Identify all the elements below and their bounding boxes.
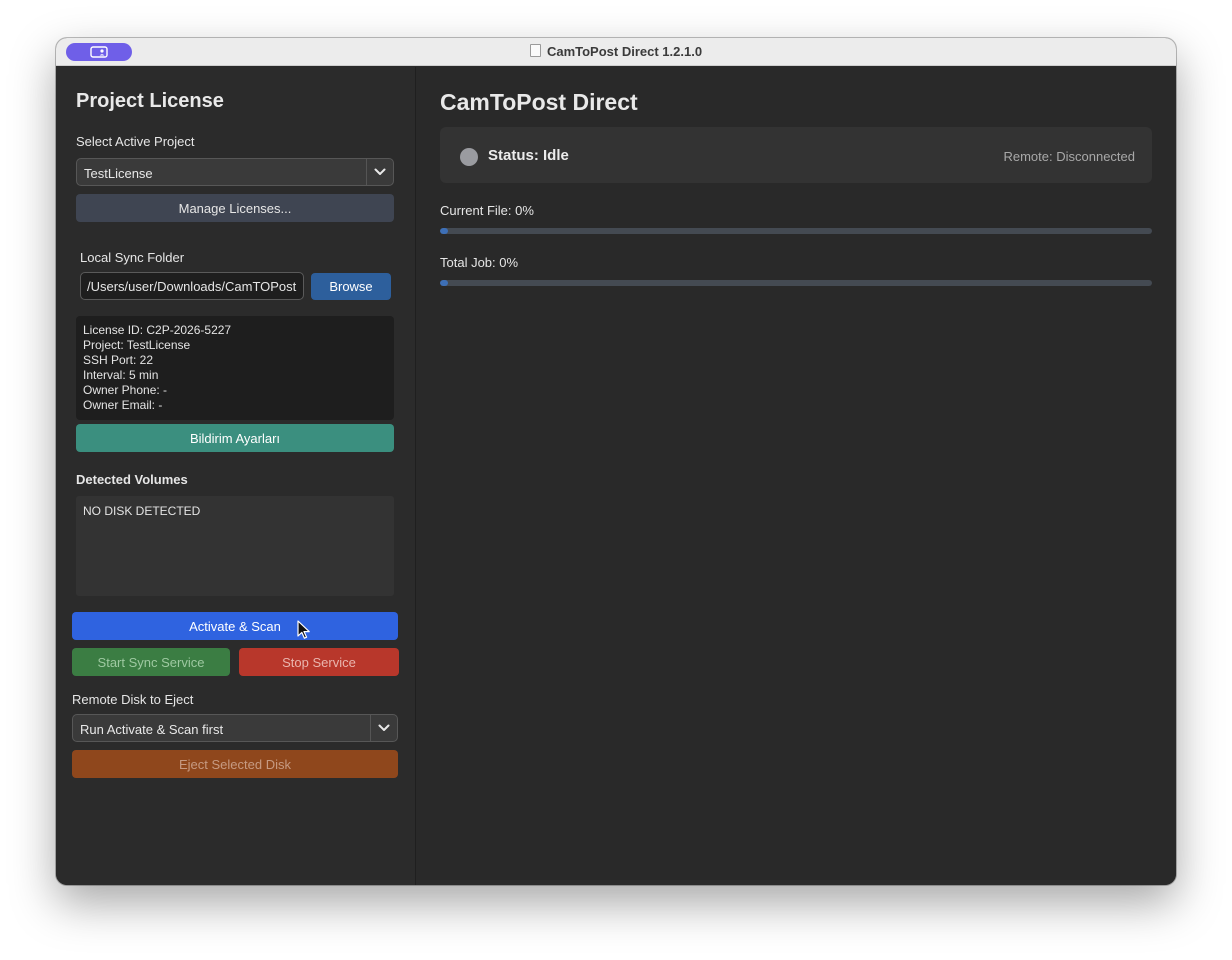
browse-button[interactable]: Browse [311, 273, 391, 300]
status-dot-icon [460, 148, 478, 166]
mouse-cursor-icon [297, 620, 310, 639]
license-info-box: License ID: C2P-2026-5227 Project: TestL… [76, 316, 394, 420]
title-bar: CamToPost Direct 1.2.1.0 [56, 38, 1176, 66]
eject-disk-select[interactable]: Run Activate & Scan first [72, 714, 398, 742]
sidebar: Project License Select Active Project Te… [56, 67, 416, 885]
current-file-progress-bar [440, 228, 1152, 234]
notification-settings-button[interactable]: Bildirim Ayarları [76, 424, 394, 452]
chevron-down-icon [366, 159, 393, 185]
eject-selected-disk-button[interactable]: Eject Selected Disk [72, 750, 398, 778]
chevron-down-icon [370, 715, 397, 741]
sync-folder-label: Local Sync Folder [80, 250, 185, 265]
status-card: Status: Idle Remote: Disconnected [440, 127, 1152, 183]
detected-volumes-label: Detected Volumes [76, 472, 188, 487]
project-select-value: TestLicense [84, 166, 153, 181]
window-title-text: CamToPost Direct 1.2.1.0 [546, 44, 703, 59]
main-title: CamToPost Direct [440, 89, 638, 115]
current-file-progress-fill [440, 228, 448, 234]
main-panel: CamToPost Direct Status: Idle Remote: Di… [416, 67, 1176, 885]
window-title: CamToPost Direct 1.2.1.0 [56, 44, 1176, 59]
status-text: Status: Idle [488, 147, 569, 164]
license-project: Project: TestLicense [83, 338, 191, 352]
eject-disk-select-value: Run Activate & Scan first [80, 722, 224, 737]
license-owner-email: Owner Email: - [83, 398, 163, 412]
activate-scan-button[interactable]: Activate & Scan [72, 612, 398, 640]
total-job-progress-bar [440, 280, 1152, 286]
project-label: Select Active Project [76, 134, 195, 149]
total-job-label: Total Job: 0% [440, 255, 519, 270]
app-window: CamToPost Direct 1.2.1.0 Project License… [56, 38, 1176, 885]
license-interval: Interval: 5 min [83, 368, 159, 382]
current-file-label: Current File: 0% [440, 203, 534, 218]
sidebar-heading: Project License [76, 90, 224, 112]
stop-service-button[interactable]: Stop Service [239, 648, 399, 676]
sync-folder-input[interactable]: /Users/user/Downloads/CamTOPost [80, 272, 304, 300]
license-owner-phone: Owner Phone: - [83, 383, 168, 397]
project-select[interactable]: TestLicense [76, 158, 394, 186]
volumes-empty-text: NO DISK DETECTED [83, 504, 201, 518]
document-icon [529, 44, 541, 57]
detected-volumes-list: NO DISK DETECTED [76, 496, 394, 596]
start-sync-service-button[interactable]: Start Sync Service [72, 648, 230, 676]
remote-status: Remote: Disconnected [1003, 149, 1135, 164]
license-id: License ID: C2P-2026-5227 [83, 323, 232, 337]
sync-folder-value: /Users/user/Downloads/CamTOPost [87, 279, 297, 294]
total-job-progress-fill [440, 280, 448, 286]
manage-licenses-button[interactable]: Manage Licenses... [76, 194, 394, 222]
eject-disk-label: Remote Disk to Eject [72, 692, 194, 707]
license-ssh-port: SSH Port: 22 [83, 353, 154, 367]
